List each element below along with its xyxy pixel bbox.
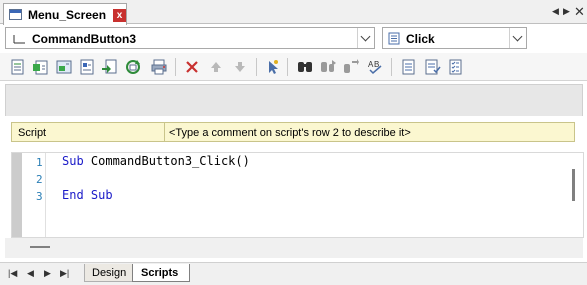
line-number-gutter: 1 2 3 — [22, 153, 46, 237]
chevron-down-icon — [512, 31, 523, 42]
next-tab-icon[interactable]: ▶ — [44, 268, 51, 279]
line-number: 2 — [36, 173, 43, 186]
line-number: 1 — [36, 156, 43, 169]
form-script-icon[interactable] — [78, 58, 96, 76]
document-tab-menu-screen[interactable]: Menu_Screen x — [3, 3, 127, 25]
close-window-icon[interactable]: ✕ — [574, 4, 585, 20]
close-tab-icon[interactable]: x — [113, 9, 126, 22]
code-keyword: Sub — [62, 154, 84, 168]
object-combo-value: CommandButton3 — [32, 32, 136, 46]
code-line[interactable]: Sub CommandButton3_Click() — [62, 154, 250, 168]
script-bar-divider — [164, 123, 165, 141]
code-keyword: End Sub — [62, 188, 113, 202]
refresh-script-icon[interactable] — [124, 58, 142, 76]
spell-check-icon[interactable]: AB — [366, 58, 384, 76]
print-icon[interactable] — [150, 58, 168, 76]
event-combo[interactable]: Click — [382, 27, 527, 49]
document-tab-label: Menu_Screen — [28, 8, 107, 22]
cursor-icon[interactable] — [263, 58, 281, 76]
find-next-icon[interactable] — [319, 58, 337, 76]
new-script-icon[interactable] — [9, 58, 27, 76]
code-text: CommandButton3_Click() — [83, 154, 250, 168]
line-number: 3 — [36, 190, 43, 203]
checklist-icon[interactable] — [424, 58, 442, 76]
checklist-alt-icon[interactable] — [448, 58, 466, 76]
vertical-scrollbar-thumb[interactable] — [572, 169, 575, 201]
chevron-down-icon — [360, 31, 371, 42]
object-combo-dropdown-button[interactable] — [357, 28, 374, 48]
bottom-tab-bar: |◀ ◀ ▶ ▶| Design Scripts — [0, 262, 587, 285]
document-tab-strip: Menu_Screen x ◀ ▶ ✕ — [0, 0, 587, 25]
event-combo-dropdown-button[interactable] — [509, 28, 526, 48]
tab-design[interactable]: Design — [84, 264, 134, 282]
scroll-left-icon[interactable]: ◀ — [552, 6, 559, 17]
move-up-icon[interactable] — [207, 58, 225, 76]
breakpoint-gutter[interactable] — [12, 153, 22, 237]
add-script-icon[interactable] — [32, 58, 50, 76]
script-comment-bar[interactable]: Script <Type a comment on script's row 2… — [11, 122, 575, 142]
event-list-icon — [388, 32, 400, 45]
button-object-icon — [13, 35, 25, 44]
move-down-icon[interactable] — [231, 58, 249, 76]
toolbar-separator — [287, 58, 288, 76]
previous-tab-icon[interactable]: ◀ — [27, 268, 34, 279]
list-icon[interactable] — [400, 58, 418, 76]
image-script-icon[interactable] — [55, 58, 73, 76]
replace-icon[interactable] — [342, 58, 360, 76]
first-tab-icon[interactable]: |◀ — [8, 268, 17, 279]
toolbar-separator — [391, 58, 392, 76]
scroll-right-icon[interactable]: ▶ — [563, 6, 570, 17]
event-combo-value: Click — [406, 32, 435, 46]
object-combo[interactable]: CommandButton3 — [5, 27, 375, 49]
code-editor[interactable]: 1 2 3 Sub CommandButton3_Click() End Sub — [11, 152, 584, 238]
properties-area — [5, 84, 583, 116]
toolbar-separator — [256, 58, 257, 76]
vertical-scrollbar[interactable] — [565, 153, 583, 237]
window-icon — [9, 9, 22, 20]
script-comment-hint[interactable]: <Type a comment on script's row 2 to des… — [169, 127, 411, 139]
script-toolbar: AB — [0, 53, 587, 81]
horizontal-scrollbar[interactable] — [5, 238, 583, 258]
script-label: Script — [18, 127, 47, 139]
find-icon[interactable] — [296, 58, 314, 76]
last-tab-icon[interactable]: ▶| — [60, 268, 69, 279]
horizontal-scrollbar-thumb[interactable] — [30, 246, 50, 248]
import-script-icon[interactable] — [101, 58, 119, 76]
toolbar-separator — [175, 58, 176, 76]
tab-scripts[interactable]: Scripts — [132, 264, 190, 282]
delete-icon[interactable] — [183, 58, 201, 76]
code-line[interactable]: End Sub — [62, 188, 113, 202]
